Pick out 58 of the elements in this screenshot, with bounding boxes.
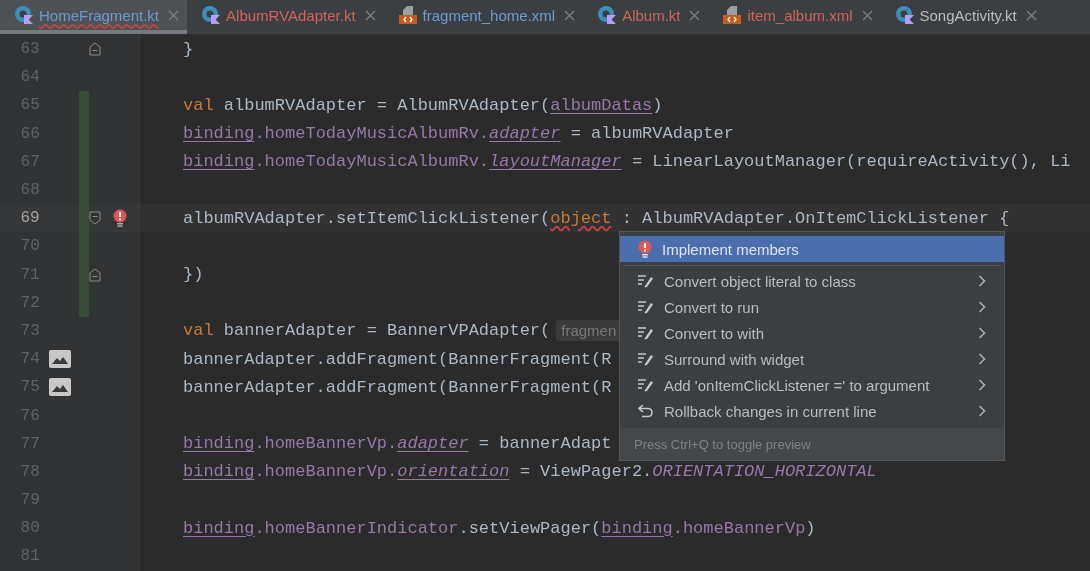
xml-file-icon [722, 5, 743, 25]
kotlin-file-icon [14, 5, 34, 25]
error-bulb-icon [638, 240, 652, 258]
code-line: val bannerAdapter = BannerVPAdapter( [183, 321, 551, 341]
error-bulb-icon[interactable] [113, 209, 128, 228]
code-line: binding.homeTodayMusicAlbumRv.layoutManager = LinearLayoutManager(requireActivity(), Li [183, 152, 1071, 172]
image-icon [48, 378, 71, 397]
close-icon[interactable] [564, 9, 576, 21]
file-tab[interactable]: AlbumRVAdapter.kt [187, 0, 384, 34]
fold-icon[interactable] [89, 42, 102, 57]
code-line: binding.homeBannerVp.adapter = bannerAdapt [183, 434, 612, 454]
menu-item[interactable]: Add 'onItemClickListener =' to argument [620, 372, 1004, 398]
code-line: } [183, 39, 194, 59]
fold-icon[interactable] [89, 267, 102, 282]
code-line: }) [183, 265, 204, 285]
code-line: binding.homeBannerIndicator.setViewPager(binding.homeBannerVp) [183, 518, 816, 538]
edit-icon [638, 352, 654, 366]
menu-item[interactable]: Convert to run [620, 294, 1004, 320]
menu-item[interactable]: Rollback changes in current line [620, 398, 1004, 424]
code-line: binding.homeTodayMusicAlbumRv.adapter = albumRVAdapter [183, 124, 734, 144]
file-tab[interactable]: item_album.xml [708, 0, 881, 34]
code-line: val albumRVAdapter = AlbumRVAdapter(albumDatas) [183, 95, 663, 115]
inlay-hint: fragmen [556, 320, 622, 342]
close-icon[interactable] [168, 9, 180, 21]
code-line: bannerAdapter.addFragment(BannerFragment(R [183, 349, 612, 369]
kotlin-file-icon [201, 5, 222, 25]
kotlin-file-icon [894, 5, 915, 25]
edit-icon [638, 300, 654, 314]
file-tab[interactable]: SongActivity.kt [880, 0, 1045, 34]
file-tab[interactable]: Album.kt [583, 0, 709, 34]
file-tab[interactable]: fragment_home.xml [383, 0, 584, 34]
close-icon[interactable] [861, 9, 873, 21]
undo-icon [638, 404, 654, 418]
code-line: binding.homeBannerVp.orientation = ViewPager2.ORIENTATION_HORIZONTAL [183, 462, 877, 482]
chevron-right-icon [978, 379, 986, 391]
code-line: bannerAdapter.addFragment(BannerFragment(R [183, 377, 612, 397]
close-icon[interactable] [364, 9, 376, 21]
chevron-right-icon [978, 353, 986, 365]
fold-icon[interactable] [89, 211, 102, 226]
close-icon[interactable] [1025, 9, 1037, 21]
edit-icon [638, 378, 654, 392]
menu-item[interactable]: Surround with widget [620, 346, 1004, 372]
chevron-right-icon [978, 301, 986, 313]
menu-item[interactable]: Convert to with [620, 320, 1004, 346]
menu-item[interactable]: Convert object literal to class [620, 268, 1004, 294]
menu-item[interactable]: Implement members [620, 236, 1004, 262]
edit-icon [638, 326, 654, 340]
code-line: albumRVAdapter.setItemClickListener(object : AlbumRVAdapter.OnItemClickListener { [183, 208, 1010, 228]
hint-text: Press Ctrl+Q to toggle preview [634, 436, 811, 452]
edit-icon [638, 274, 654, 288]
chevron-right-icon [978, 327, 986, 339]
image-icon [48, 350, 71, 369]
chevron-right-icon [978, 405, 986, 417]
kotlin-file-icon [597, 5, 618, 25]
close-icon[interactable] [689, 9, 701, 21]
xml-file-icon [397, 5, 418, 25]
line-number: 69 [19, 209, 40, 228]
chevron-right-icon [978, 275, 986, 287]
